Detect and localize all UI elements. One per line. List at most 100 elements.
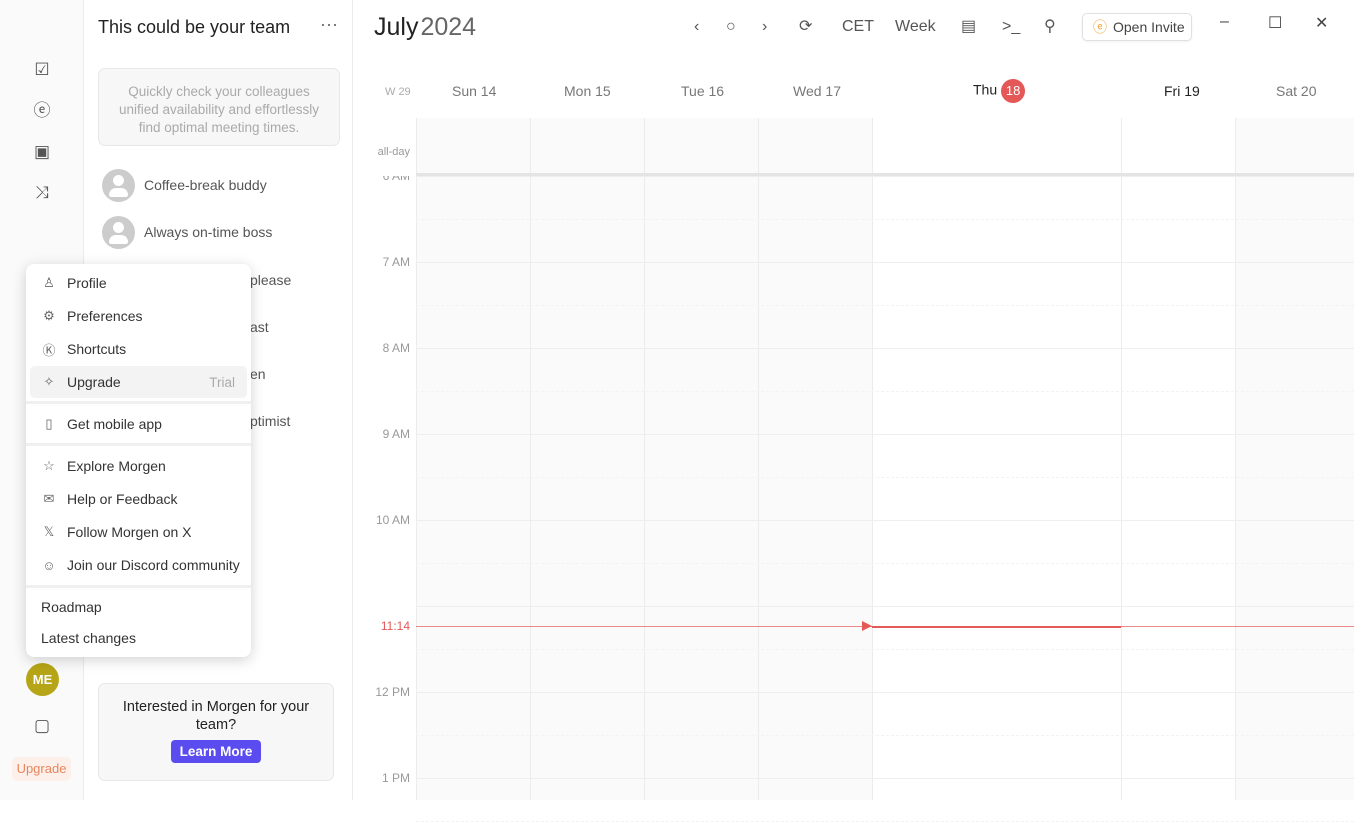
day-label: Thu: [973, 81, 998, 98]
hour-line: [416, 434, 1354, 435]
hour-label: 9 AM: [382, 427, 410, 441]
tasks-check-icon[interactable]: ☑: [31, 59, 53, 81]
member-item[interactable]: Coffee-break buddy: [102, 168, 267, 202]
menu-item-follow-x[interactable]: 𝕏 Follow Morgen on X: [30, 516, 247, 548]
prev-icon[interactable]: ‹: [694, 16, 699, 38]
now-arrow-icon: [862, 621, 872, 632]
half-hour-line: [416, 219, 1354, 220]
hour-line: [416, 606, 1354, 607]
member-avatar-icon: [102, 215, 135, 249]
member-avatar-icon: [102, 168, 135, 202]
close-icon[interactable]: ✕: [1315, 13, 1328, 33]
hour-label: 6 AM: [382, 169, 410, 183]
menu-label: Join our Discord community: [67, 557, 240, 573]
menu-item-profile[interactable]: ♙ Profile: [30, 267, 247, 299]
next-icon[interactable]: ›: [762, 16, 767, 38]
menu-item-upgrade[interactable]: ✧ Upgrade Trial: [30, 366, 247, 398]
half-hour-line: [416, 305, 1354, 306]
member-item[interactable]: Always on-time boss: [102, 215, 272, 249]
menu-item-latest-changes[interactable]: Latest changes: [30, 622, 247, 654]
menu-item-roadmap[interactable]: Roadmap: [30, 591, 247, 623]
scheduling-link-icon[interactable]: ⓔ: [31, 100, 53, 122]
hour-label: 12 PM: [375, 685, 410, 699]
week-number: W 29: [385, 86, 411, 98]
team-hint: Quickly check your colleagues unified av…: [98, 68, 340, 146]
day-header[interactable]: Sat 20: [1276, 83, 1316, 99]
menu-label: Get mobile app: [67, 416, 162, 432]
today-icon[interactable]: ○: [726, 16, 736, 38]
member-name: Always on-time boss: [144, 224, 273, 240]
team-promo: Interested in Morgen for your team? Lear…: [98, 683, 334, 781]
menu-item-preferences[interactable]: ⚙ Preferences: [30, 300, 247, 332]
upgrade-button[interactable]: Upgrade: [12, 757, 71, 781]
member-name: Coffee-break buddy: [144, 177, 267, 193]
team-title: This could be your team: [98, 17, 291, 37]
calendar-contact-icon[interactable]: ▣: [31, 141, 53, 163]
day-header-today[interactable]: Thu 18: [973, 79, 1026, 103]
month: July: [374, 13, 419, 41]
member-name-partial: ptimist: [250, 413, 291, 429]
day-header[interactable]: Wed 17: [793, 83, 841, 99]
menu-item-mobile-app[interactable]: ▯ Get mobile app: [30, 408, 247, 440]
day-column[interactable]: [644, 118, 758, 800]
day-column[interactable]: [530, 118, 644, 800]
day-header[interactable]: Mon 15: [564, 83, 611, 99]
hour-line: [416, 176, 1354, 177]
menu-label: Shortcuts: [67, 341, 127, 357]
member-name-partial: ast: [250, 319, 269, 335]
phone-icon: ▯: [45, 416, 53, 431]
day-column[interactable]: [1235, 118, 1354, 800]
menu-label: Profile: [67, 275, 107, 291]
hour-label: 1 PM: [381, 771, 410, 785]
day-header[interactable]: Fri 19: [1164, 83, 1200, 99]
half-hour-line: [416, 735, 1354, 736]
member-name-partial: en: [250, 366, 266, 382]
avatar[interactable]: ME: [26, 663, 59, 696]
keyboard-icon: Ⓚ: [42, 342, 56, 358]
hour-label: 7 AM: [382, 255, 410, 269]
timezone-button[interactable]: CET: [842, 16, 874, 38]
day-header[interactable]: Tue 16: [681, 83, 724, 99]
week-grid[interactable]: [416, 118, 1354, 822]
day-column[interactable]: [758, 118, 872, 800]
menu-label: Follow Morgen on X: [67, 524, 192, 540]
search-icon[interactable]: ⚲: [1044, 16, 1056, 38]
now-line-today: [872, 625, 1121, 628]
learn-more-button[interactable]: Learn More: [170, 740, 262, 763]
day-column[interactable]: [1121, 118, 1235, 800]
more-options-icon[interactable]: ···: [320, 14, 338, 35]
command-icon[interactable]: >_: [1002, 16, 1020, 38]
menu-item-shortcuts[interactable]: Ⓚ Shortcuts: [30, 333, 247, 365]
account-menu: ♙ Profile ⚙ Preferences Ⓚ Shortcuts ✧ Upgrad…: [26, 264, 251, 657]
sync-icon[interactable]: ⟳: [799, 16, 812, 38]
half-hour-line: [416, 649, 1354, 650]
discord-icon: ☺: [42, 557, 56, 573]
trial-badge: Trial: [209, 374, 235, 390]
menu-label: Upgrade: [67, 374, 121, 390]
hour-line: [416, 692, 1354, 693]
day-column[interactable]: [416, 118, 530, 800]
half-hour-line: [416, 477, 1354, 478]
hour-line: [416, 778, 1354, 779]
calendar-list-icon[interactable]: ▤: [961, 16, 976, 38]
maximize-icon[interactable]: ☐: [1268, 13, 1282, 33]
menu-item-discord[interactable]: ☺ Join our Discord community: [30, 549, 247, 581]
menu-item-help[interactable]: ✉ Help or Feedback: [30, 483, 247, 515]
menu-item-explore[interactable]: ☆ Explore Morgen: [30, 450, 247, 482]
hour-label: 8 AM: [382, 341, 410, 355]
all-day-label: all-day: [377, 146, 410, 158]
day-header[interactable]: Sun 14: [452, 83, 496, 99]
minimize-icon[interactable]: –: [1220, 13, 1229, 31]
view-button[interactable]: Week: [895, 16, 936, 38]
mail-icon: ✉: [43, 491, 55, 506]
member-name-partial: please: [250, 272, 292, 288]
day-column[interactable]: [872, 118, 1121, 800]
shuffle-icon[interactable]: ⤨: [31, 182, 53, 204]
open-invite-button[interactable]: ⓔ Open Invite: [1082, 13, 1192, 41]
user-icon: ♙: [43, 275, 55, 290]
year: 2024: [420, 13, 477, 41]
gear-icon: ⚙: [43, 308, 55, 323]
invite-label: Open Invite: [1113, 19, 1185, 35]
calendar-icon[interactable]: ▢: [31, 715, 53, 737]
sparkle-icon: ✧: [43, 374, 55, 389]
